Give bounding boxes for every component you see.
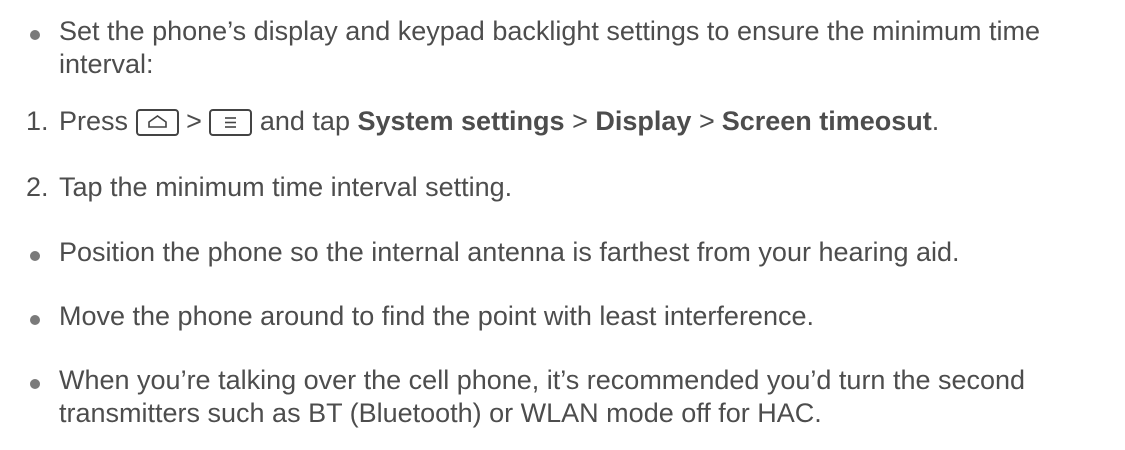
screen-timeout-label: Screen timeosut xyxy=(721,106,932,136)
list-item-text-continued: transmitters such as BT (Bluetooth) or W… xyxy=(59,398,822,428)
step-number: 2. xyxy=(26,172,49,202)
bullet-marker xyxy=(26,364,56,397)
list-item-text: Set the phone’s display and keypad backl… xyxy=(59,16,1041,46)
list-item-text: Tap the minimum time interval setting. xyxy=(59,172,513,202)
list-item-text: When you’re talking over the cell phone,… xyxy=(59,365,1026,395)
press-text: Press xyxy=(59,106,129,136)
display-label: Display xyxy=(595,106,692,136)
document-page: Set the phone’s display and keypad backl… xyxy=(0,0,1125,450)
period: . xyxy=(931,106,940,136)
list-item-text: Position the phone so the internal anten… xyxy=(59,237,960,267)
bullet-marker xyxy=(26,15,56,48)
bullet-marker xyxy=(26,300,56,333)
separator: > xyxy=(186,106,202,136)
step-number: 1. xyxy=(26,106,49,136)
list-item-text: Move the phone around to find the point … xyxy=(59,301,814,331)
separator: > xyxy=(698,106,715,136)
list-item-text-continued: interval: xyxy=(59,49,154,79)
system-settings-label: System settings xyxy=(357,106,565,136)
and-tap-text: and tap xyxy=(259,106,350,136)
bullet-marker xyxy=(26,236,56,269)
home-key-icon xyxy=(135,109,179,136)
menu-key-icon xyxy=(209,109,253,136)
separator: > xyxy=(572,106,588,136)
